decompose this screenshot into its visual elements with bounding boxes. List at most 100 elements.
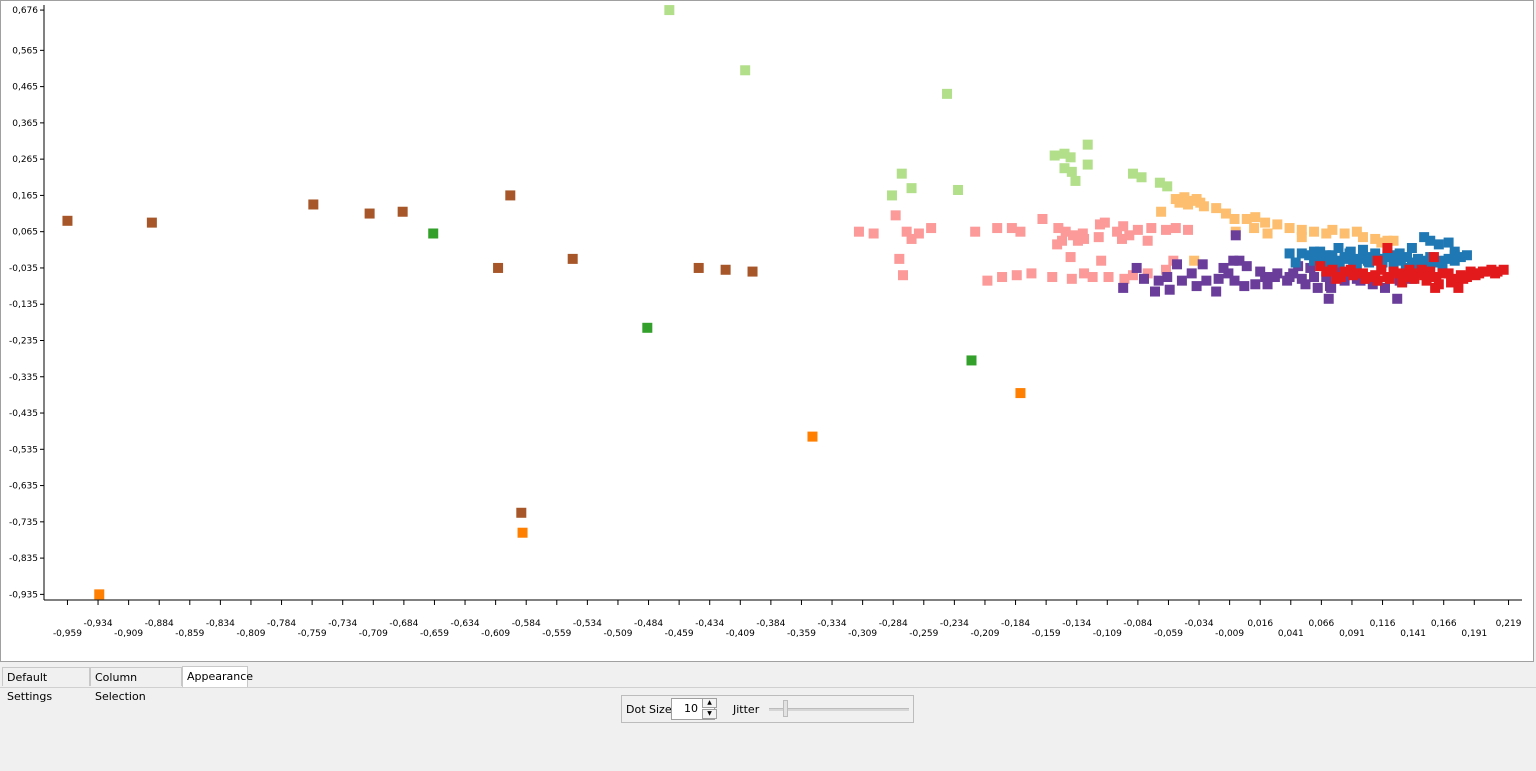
data-point-series-5 [997,272,1008,283]
data-point-series-4 [1284,223,1295,234]
data-point-series-5 [1096,255,1107,266]
x-tick-label: -0,634 [451,619,480,629]
data-point-series-0 [397,206,408,217]
x-tick-label: -0,209 [970,629,999,639]
x-tick-label: -0,259 [909,629,938,639]
x-tick-label: 0,091 [1339,629,1365,639]
data-point-series-8 [1376,264,1387,275]
data-point-series-6 [1255,266,1266,277]
data-point-series-6 [1312,282,1323,293]
data-point-series-0 [505,190,516,201]
data-point-series-4 [1229,213,1240,224]
y-tick-label: -0,035 [9,264,38,274]
data-point-series-3 [942,88,953,99]
tab-appearance[interactable]: Appearance [182,666,253,687]
x-tick-label: -0,609 [481,629,510,639]
y-tick-label: 0,365 [12,119,38,129]
data-point-series-6 [1201,275,1212,286]
x-tick-label: -0,434 [695,619,724,629]
data-point-series-6 [1191,281,1202,292]
jitter-slider-handle[interactable] [782,700,788,717]
data-point-series-5 [1015,226,1026,237]
x-tick-label: -0,734 [328,619,357,629]
x-tick-label: -0,459 [665,629,694,639]
data-point-series-5 [1065,252,1076,263]
tab-default-settings[interactable]: Default Settings [2,667,90,703]
x-tick-label: -0,859 [175,629,204,639]
data-point-series-4 [1357,232,1368,243]
data-point-series-5 [1052,239,1063,250]
data-point-series-7 [1327,250,1338,261]
data-point-series-4 [1220,208,1231,219]
data-point-series-6 [1229,275,1240,286]
data-point-series-4 [1241,213,1252,224]
y-tick-label: -0,835 [9,554,38,564]
x-tick-label: -0,134 [1062,619,1091,629]
data-point-series-0 [62,215,73,226]
data-point-series-7 [1406,243,1417,254]
data-point-series-8 [1384,273,1395,284]
data-point-series-1 [807,431,818,442]
data-point-series-4 [1339,228,1350,239]
data-point-series-3 [1066,166,1077,177]
jitter-slider-track[interactable] [769,708,909,711]
y-tick-label: -0,535 [9,445,38,455]
x-tick-label: -0,834 [206,619,235,629]
x-tick-label: -0,584 [512,619,541,629]
x-tick-label: -0,684 [389,619,418,629]
data-point-series-5 [1146,223,1157,234]
data-point-series-4 [1198,201,1209,212]
data-point-series-4 [1249,223,1260,234]
x-tick-label: -0,159 [1032,629,1061,639]
data-point-series-7 [1449,250,1460,261]
data-point-series-4 [1296,232,1307,243]
x-tick-label: -0,184 [1001,619,1030,629]
dot-size-label: Dot Size [626,703,672,716]
data-point-series-8 [1425,266,1436,277]
data-point-series-0 [747,266,758,277]
x-tick-label: -0,334 [818,619,847,629]
tab-column-selection[interactable]: Column Selection [90,667,182,703]
spin-up-button[interactable]: ▲ [702,698,717,708]
data-point-series-6 [1282,275,1293,286]
data-point-series-6 [1300,279,1311,290]
x-tick-label: 0,191 [1461,629,1487,639]
data-point-series-8 [1490,268,1501,279]
data-point-series-6 [1197,259,1208,270]
data-point-series-8 [1437,268,1448,279]
data-point-series-0 [720,264,731,275]
x-tick-label: -0,059 [1154,629,1183,639]
data-point-series-7 [1339,253,1350,264]
data-point-series-5 [992,223,1003,234]
data-point-series-4 [1250,212,1261,223]
data-point-series-8 [1409,273,1420,284]
data-point-series-6 [1269,272,1280,283]
data-point-series-5 [1026,268,1037,279]
data-point-series-7 [1315,252,1326,263]
data-point-series-6 [1176,275,1187,286]
spin-down-button[interactable]: ▼ [702,709,717,719]
data-point-series-5 [897,270,908,281]
y-tick-label: -0,235 [9,336,38,346]
x-tick-label: -0,909 [114,629,143,639]
data-point-series-6 [1309,272,1320,283]
data-point-series-6 [1153,275,1164,286]
data-point-series-5 [890,210,901,221]
scatter-plot-panel: 0,676 0,565 0,465 0,365 0,265 0,165 0,065 -0,03… [0,0,1534,662]
data-point-series-7 [1290,257,1301,268]
data-point-series-7 [1364,257,1375,268]
data-point-series-7 [1425,235,1436,246]
data-point-series-1 [1015,388,1026,399]
data-point-series-4 [1189,255,1200,266]
x-tick-label: -0,384 [756,619,785,629]
x-tick-label: 0,141 [1400,629,1426,639]
data-point-series-8 [1331,273,1342,284]
data-point-series-5 [1006,223,1017,234]
data-point-series-6 [1186,268,1197,279]
y-tick-label: 0,265 [12,155,38,165]
data-point-series-8 [1416,264,1427,275]
data-point-series-5 [1011,270,1022,281]
y-tick-label: -0,735 [9,518,38,528]
data-point-series-5 [1170,223,1181,234]
y-tick-label: 0,465 [12,83,38,93]
